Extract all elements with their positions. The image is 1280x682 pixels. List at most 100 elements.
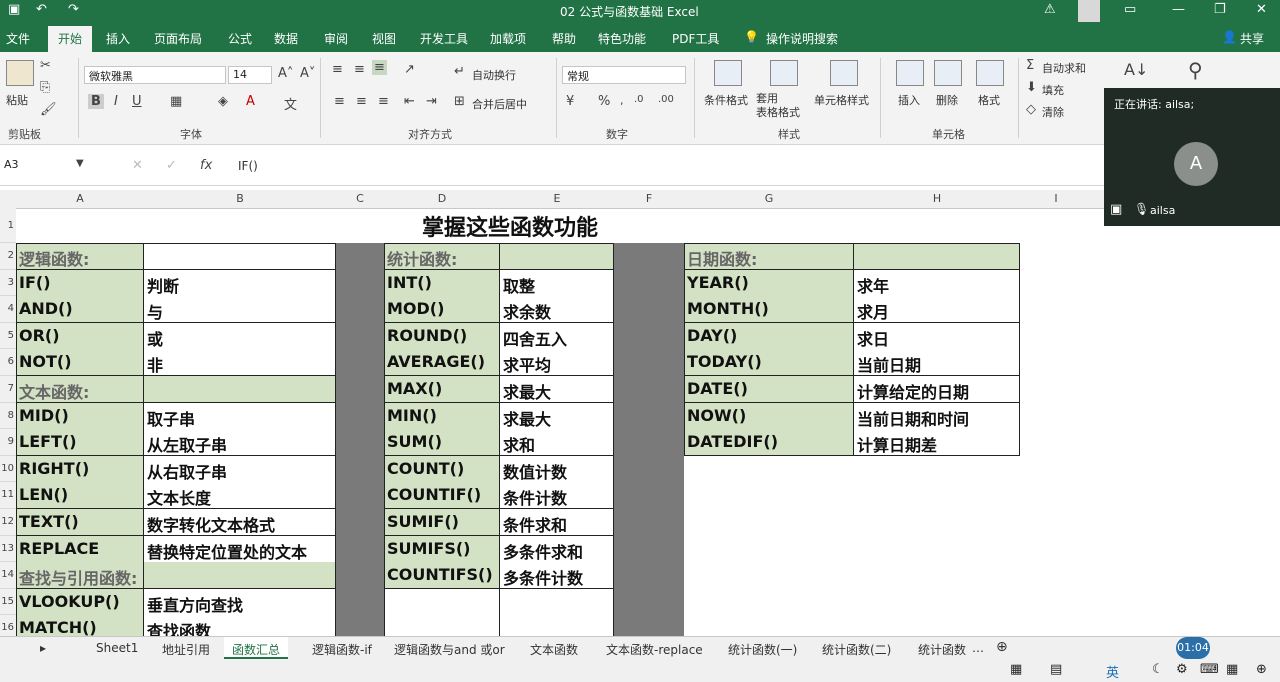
function-desc-cell[interactable]: 多条件计数	[500, 562, 614, 590]
more-sheets-icon[interactable]: …	[972, 641, 984, 655]
row-header[interactable]: 14	[0, 562, 16, 589]
function-desc-cell[interactable]: 文本长度	[144, 482, 336, 510]
row-header[interactable]: 1	[0, 208, 16, 243]
function-name-cell[interactable]: IF()	[16, 269, 144, 297]
row-header[interactable]: 7	[0, 376, 16, 403]
sheet-tab[interactable]: Sheet1	[96, 641, 138, 655]
function-desc-cell[interactable]: 垂直方向查找	[144, 588, 336, 616]
function-desc-cell[interactable]: 求年	[854, 269, 1020, 297]
function-desc-cell[interactable]: 从左取子串	[144, 429, 336, 457]
row-header[interactable]: 10	[0, 455, 16, 483]
function-name-cell[interactable]: MIN()	[384, 402, 500, 430]
row-header[interactable]: 9	[0, 429, 16, 456]
sheet-tab[interactable]: 文本函数	[530, 641, 578, 658]
function-name-cell[interactable]: LEN()	[16, 482, 144, 510]
sheet-tab[interactable]: 逻辑函数-if	[312, 641, 372, 658]
sheet-tab[interactable]: 统计函数(二)	[822, 641, 891, 658]
grid-icon[interactable]: ▦	[1226, 662, 1238, 677]
function-name-cell[interactable]: SUMIFS()	[384, 535, 500, 563]
function-desc-cell[interactable]: 求月	[854, 296, 1020, 324]
function-name-cell[interactable]: DATE()	[684, 376, 854, 404]
row-header[interactable]: 11	[0, 482, 16, 509]
function-desc-cell[interactable]: 求余数	[500, 296, 614, 324]
function-name-cell[interactable]: NOT()	[16, 349, 144, 377]
function-desc-cell[interactable]: 求和	[500, 429, 614, 457]
function-name-cell[interactable]: DAY()	[684, 322, 854, 350]
function-name-cell[interactable]: COUNT()	[384, 455, 500, 483]
function-name-cell[interactable]: TEXT()	[16, 509, 144, 537]
table-cell[interactable]	[500, 243, 614, 271]
function-name-cell[interactable]: MAX()	[384, 376, 500, 404]
sheet-tab[interactable]: 逻辑函数与and 或or	[394, 641, 505, 658]
row-header[interactable]: 6	[0, 349, 16, 376]
sheet-tab[interactable]: 统计函数(一)	[728, 641, 797, 658]
function-name-cell[interactable]: YEAR()	[684, 269, 854, 297]
sheet-tab-active[interactable]: 函数汇总	[224, 637, 289, 659]
table-cell[interactable]	[384, 588, 500, 616]
row-header[interactable]: 5	[0, 322, 16, 350]
function-name-cell[interactable]: DATEDIF()	[684, 429, 854, 457]
function-desc-cell[interactable]: 多条件求和	[500, 535, 614, 563]
category-header[interactable]: 逻辑函数:	[16, 243, 144, 271]
function-name-cell[interactable]: AVERAGE()	[384, 349, 500, 377]
function-name-cell[interactable]: AND()	[16, 296, 144, 324]
moon-icon[interactable]: ☾	[1152, 662, 1164, 677]
function-desc-cell[interactable]: 判断	[144, 269, 336, 297]
row-header[interactable]: 8	[0, 402, 16, 430]
function-name-cell[interactable]: RIGHT()	[16, 455, 144, 483]
table-cell[interactable]	[854, 243, 1020, 271]
function-desc-cell[interactable]: 与	[144, 296, 336, 324]
function-name-cell[interactable]: COUNTIFS()	[384, 562, 500, 590]
function-name-cell[interactable]: ROUND()	[384, 322, 500, 350]
function-desc-cell[interactable]: 当前日期	[854, 349, 1020, 377]
function-desc-cell[interactable]: 从右取子串	[144, 455, 336, 483]
function-name-cell[interactable]: LEFT()	[16, 429, 144, 457]
function-desc-cell[interactable]: 求最大	[500, 402, 614, 430]
function-desc-cell[interactable]: 求平均	[500, 349, 614, 377]
function-name-cell[interactable]: REPLACE	[16, 535, 144, 563]
sheet-tab[interactable]: 文本函数-replace	[606, 641, 703, 658]
category-header[interactable]: 文本函数:	[16, 376, 144, 404]
normal-view-icon[interactable]: ▦	[1010, 662, 1022, 677]
row-header[interactable]: 13	[0, 535, 16, 563]
category-header[interactable]: 查找与引用函数:	[16, 562, 144, 590]
function-name-cell[interactable]: INT()	[384, 269, 500, 297]
function-name-cell[interactable]: OR()	[16, 322, 144, 350]
function-name-cell[interactable]: MID()	[16, 402, 144, 430]
sheet-title[interactable]: 掌握这些函数功能	[250, 210, 770, 242]
row-header[interactable]: 12	[0, 509, 16, 536]
sheet-tab[interactable]: 统计函数	[918, 641, 966, 658]
table-cell[interactable]	[144, 243, 336, 271]
function-desc-cell[interactable]: 取子串	[144, 402, 336, 430]
table-cell[interactable]	[144, 562, 336, 590]
function-name-cell[interactable]: NOW()	[684, 402, 854, 430]
function-desc-cell[interactable]: 或	[144, 322, 336, 350]
scroll-tabs-icon[interactable]: ▸	[40, 641, 46, 655]
zoom-icon[interactable]: ⊕	[1256, 662, 1267, 677]
function-name-cell[interactable]: SUMIF()	[384, 509, 500, 537]
row-header[interactable]: 15	[0, 588, 16, 616]
function-desc-cell[interactable]: 计算日期差	[854, 429, 1020, 457]
function-desc-cell[interactable]: 当前日期和时间	[854, 402, 1020, 430]
page-layout-view-icon[interactable]: ▤	[1050, 662, 1062, 677]
function-desc-cell[interactable]: 取整	[500, 269, 614, 297]
function-desc-cell[interactable]: 条件计数	[500, 482, 614, 510]
function-desc-cell[interactable]: 条件求和	[500, 509, 614, 537]
table-cell[interactable]	[500, 588, 614, 616]
category-header[interactable]: 日期函数:	[684, 243, 854, 271]
function-desc-cell[interactable]: 数值计数	[500, 455, 614, 483]
category-header[interactable]: 统计函数:	[384, 243, 500, 271]
function-name-cell[interactable]: MONTH()	[684, 296, 854, 324]
function-desc-cell[interactable]: 求最大	[500, 376, 614, 404]
function-desc-cell[interactable]: 数字转化文本格式	[144, 509, 336, 537]
function-desc-cell[interactable]: 计算给定的日期	[854, 376, 1020, 404]
function-desc-cell[interactable]: 替换特定位置处的文本	[144, 535, 336, 563]
table-cell[interactable]	[144, 376, 336, 404]
add-sheet-icon[interactable]: ⊕	[996, 639, 1008, 655]
row-header[interactable]: 2	[0, 243, 16, 270]
function-name-cell[interactable]: COUNTIF()	[384, 482, 500, 510]
keyboard-icon[interactable]: ⌨	[1200, 662, 1219, 677]
function-name-cell[interactable]: SUM()	[384, 429, 500, 457]
row-header[interactable]: 4	[0, 296, 16, 323]
settings-icon[interactable]: ⚙	[1176, 662, 1188, 677]
